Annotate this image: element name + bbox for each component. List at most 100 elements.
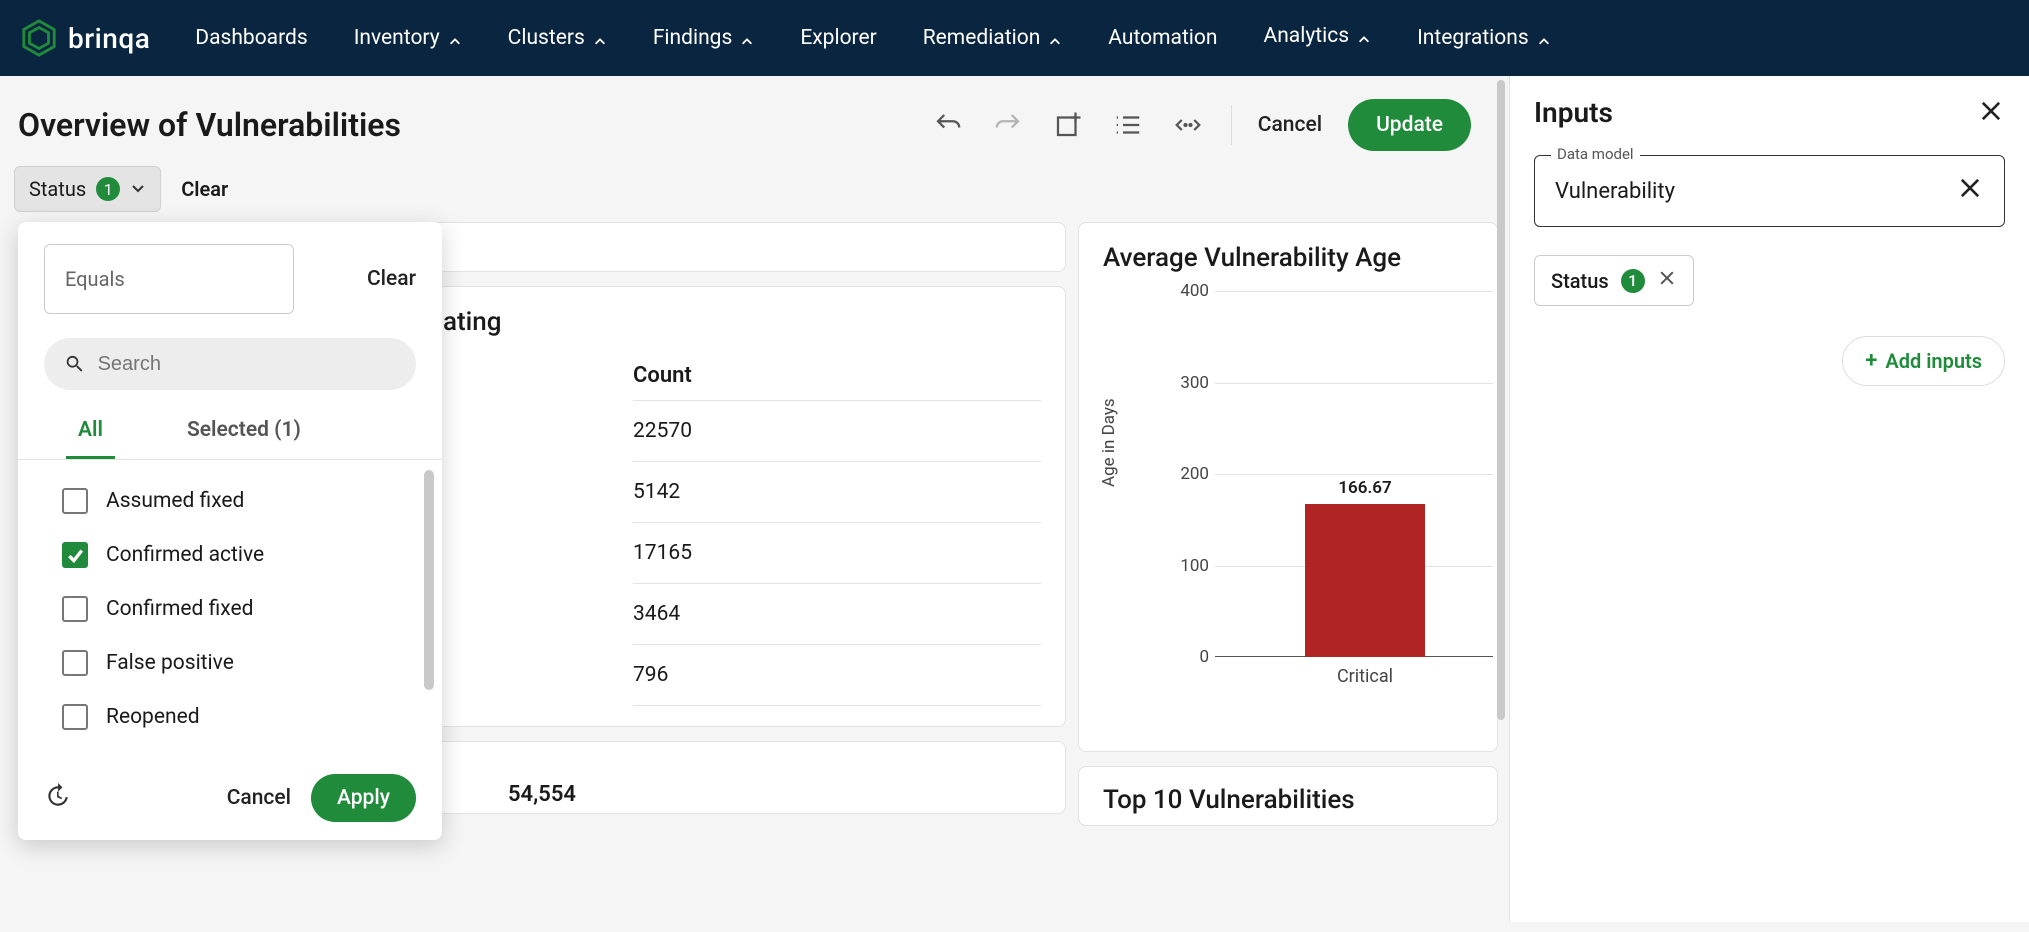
- add-inputs-label: Add inputs: [1885, 349, 1982, 373]
- nav-inventory-label: Inventory: [354, 26, 440, 50]
- popover-cancel-button[interactable]: Cancel: [227, 786, 291, 810]
- nav-findings[interactable]: Findings: [653, 0, 755, 76]
- plus-icon: +: [1865, 350, 1877, 372]
- checkbox[interactable]: [62, 704, 88, 730]
- popover-search-input[interactable]: [98, 353, 396, 376]
- update-button[interactable]: Update: [1348, 99, 1471, 151]
- option-confirmed-active[interactable]: Confirmed active: [18, 528, 442, 582]
- clear-data-model-icon[interactable]: [1956, 174, 1984, 208]
- option-label: Confirmed active: [106, 543, 264, 567]
- popover-apply-button[interactable]: Apply: [311, 774, 416, 822]
- option-reopened[interactable]: Reopened: [18, 690, 442, 744]
- grid-line: [1215, 291, 1493, 292]
- status-filter-chip[interactable]: Status 1: [14, 166, 161, 212]
- header-actions: Cancel Update: [931, 99, 1471, 151]
- option-label: Confirmed fixed: [106, 597, 253, 621]
- remove-chip-icon[interactable]: [1657, 268, 1677, 293]
- popover-clear-button[interactable]: Clear: [367, 267, 416, 291]
- status-filter-label: Status: [29, 177, 86, 201]
- brand-logo[interactable]: brinqa: [20, 19, 150, 57]
- y-tick: 400: [1165, 281, 1209, 301]
- chevron-down-icon: [130, 177, 146, 201]
- count-row: 17165: [633, 523, 1041, 584]
- page-title: Overview of Vulnerabilities: [18, 106, 401, 144]
- nav-remediation[interactable]: Remediation: [923, 0, 1063, 76]
- data-model-value: Vulnerability: [1555, 179, 1675, 204]
- clear-filters-button[interactable]: Clear: [181, 177, 228, 201]
- list-button[interactable]: [1111, 108, 1145, 142]
- nav-items: Dashboards Inventory Clusters Findings E…: [195, 0, 1550, 76]
- nav-automation-label: Automation: [1108, 26, 1217, 50]
- y-axis-label: Age in Days: [1099, 398, 1119, 487]
- nav-integrations-label: Integrations: [1417, 26, 1529, 50]
- top10-card: Top 10 Vulnerabilities: [1078, 766, 1498, 826]
- status-filter-count: 1: [96, 177, 120, 201]
- undo-button[interactable]: [931, 108, 965, 142]
- data-model-field[interactable]: Data model Vulnerability: [1534, 155, 2005, 227]
- nav-explorer[interactable]: Explorer: [800, 0, 876, 76]
- chart-bar-critical[interactable]: [1305, 504, 1425, 657]
- nav-dashboards-label: Dashboards: [195, 26, 307, 50]
- checkbox[interactable]: [62, 650, 88, 676]
- nav-analytics[interactable]: Analytics: [1264, 0, 1372, 72]
- nav-inventory[interactable]: Inventory: [354, 0, 462, 76]
- middle-column: Average Vulnerability Age Age in Days 40…: [1078, 222, 1498, 932]
- age-card: Average Vulnerability Age Age in Days 40…: [1078, 222, 1498, 752]
- panel-status-chip[interactable]: Status 1: [1534, 255, 1694, 306]
- checkbox[interactable]: [62, 596, 88, 622]
- operator-select[interactable]: Equals: [44, 244, 294, 314]
- count-row: 3464: [633, 584, 1041, 645]
- option-label: Reopened: [106, 705, 200, 729]
- main-scrollbar[interactable]: [1497, 80, 1505, 720]
- tab-selected[interactable]: Selected (1): [175, 404, 313, 459]
- count-row: 5142: [633, 462, 1041, 523]
- x-tick-critical: Critical: [1337, 666, 1393, 687]
- chevron-up-icon: [593, 31, 607, 45]
- checkbox[interactable]: [62, 488, 88, 514]
- nav-automation[interactable]: Automation: [1108, 0, 1217, 76]
- count-row: 22570: [633, 401, 1041, 462]
- popover-search[interactable]: [44, 338, 416, 390]
- status-filter-popover: Equals Clear All Selected (1) Assumed fi…: [18, 222, 442, 840]
- history-icon[interactable]: [44, 783, 70, 813]
- brand-name: brinqa: [68, 22, 150, 55]
- option-label: Assumed fixed: [106, 489, 244, 513]
- nav-integrations[interactable]: Integrations: [1417, 0, 1551, 76]
- export-button[interactable]: [1051, 108, 1085, 142]
- count-header: Count: [633, 351, 1041, 401]
- nav-dashboards[interactable]: Dashboards: [195, 0, 307, 76]
- option-assumed-fixed[interactable]: Assumed fixed: [18, 474, 442, 528]
- popover-tabs: All Selected (1): [18, 404, 442, 460]
- option-false-positive[interactable]: False positive: [18, 636, 442, 690]
- search-icon: [64, 352, 86, 376]
- chevron-up-icon: [448, 31, 462, 45]
- popover-option-list: Assumed fixed Confirmed active Confirmed…: [18, 460, 442, 758]
- scrollbar[interactable]: [424, 470, 434, 690]
- checkbox-checked[interactable]: [62, 542, 88, 568]
- tab-all[interactable]: All: [66, 404, 115, 459]
- code-button[interactable]: [1171, 108, 1205, 142]
- close-icon[interactable]: [1977, 97, 2005, 129]
- nav-analytics-label: Analytics: [1264, 24, 1350, 48]
- add-inputs-button[interactable]: + Add inputs: [1842, 336, 2005, 386]
- redo-button[interactable]: [991, 108, 1025, 142]
- grid-line: [1215, 383, 1493, 384]
- inputs-panel: Inputs Data model Vulnerability Status 1…: [1509, 76, 2029, 922]
- chevron-up-icon: [1357, 29, 1371, 43]
- cancel-button[interactable]: Cancel: [1258, 113, 1322, 137]
- y-tick: 300: [1165, 373, 1209, 393]
- age-chart: Age in Days 400 300 200 100 0 166.67 Cri…: [1103, 287, 1493, 707]
- chevron-up-icon: [740, 31, 754, 45]
- data-model-legend: Data model: [1551, 145, 1640, 163]
- y-tick: 200: [1165, 464, 1209, 484]
- count-row: 796: [633, 645, 1041, 706]
- panel-status-label: Status: [1551, 269, 1609, 293]
- brinqa-logo-icon: [20, 19, 58, 57]
- nav-clusters[interactable]: Clusters: [508, 0, 607, 76]
- option-label: False positive: [106, 651, 234, 675]
- option-confirmed-fixed[interactable]: Confirmed fixed: [18, 582, 442, 636]
- divider: [1231, 105, 1232, 145]
- panel-status-count: 1: [1621, 269, 1645, 293]
- inputs-panel-title: Inputs: [1534, 96, 1613, 129]
- bar-value-label: 166.67: [1338, 478, 1391, 498]
